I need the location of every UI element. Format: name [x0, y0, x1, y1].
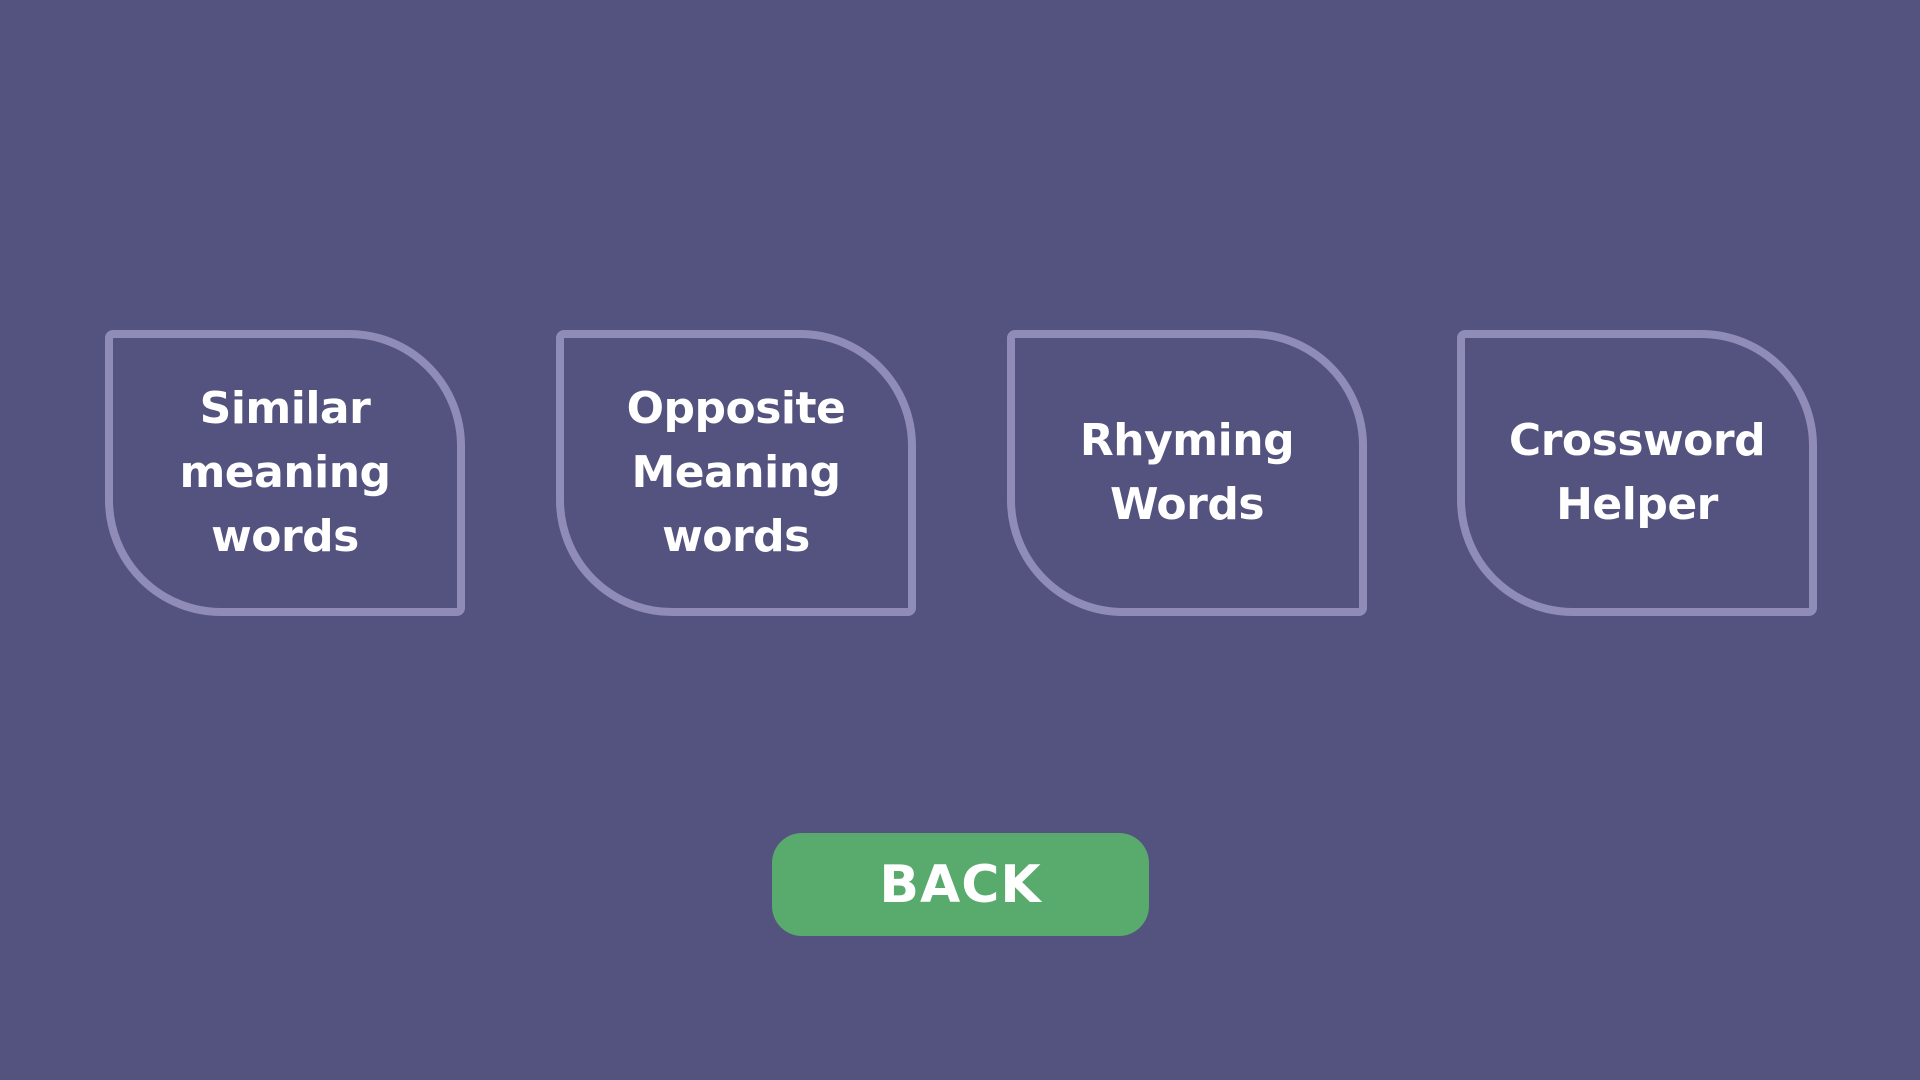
opposite-meaning-words-button[interactable]: Opposite Meaning words — [556, 330, 916, 616]
rhyming-words-button[interactable]: Rhyming Words — [1007, 330, 1367, 616]
card-label: Rhyming Words — [1079, 415, 1295, 530]
card-label: Opposite Meaning words — [626, 383, 846, 562]
card-label: Similar meaning words — [179, 383, 391, 562]
crossword-helper-button[interactable]: Crossword Helper — [1457, 330, 1817, 616]
back-button-label: BACK — [879, 854, 1042, 915]
card-label: Crossword Helper — [1508, 415, 1766, 530]
similar-meaning-words-button[interactable]: Similar meaning words — [105, 330, 465, 616]
back-button[interactable]: BACK — [772, 833, 1149, 936]
